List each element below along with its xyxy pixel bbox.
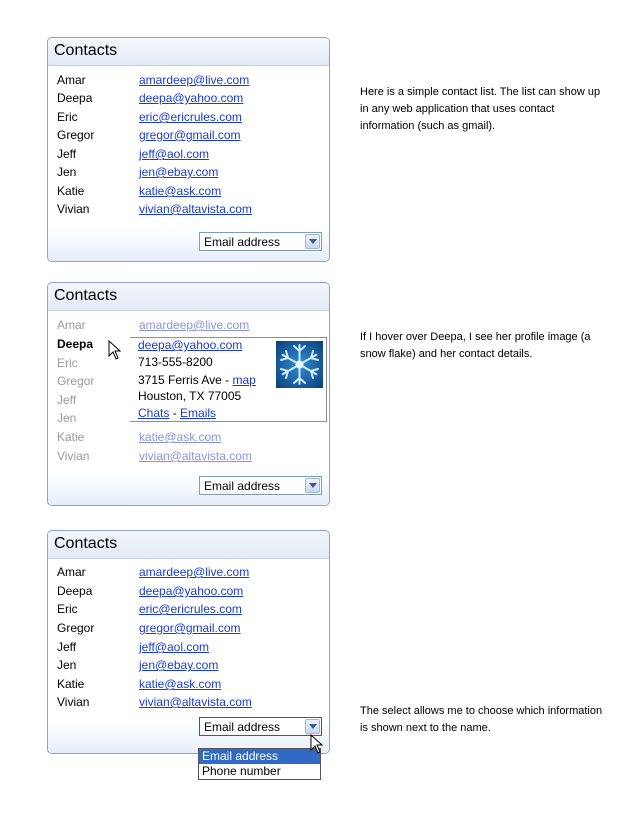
contact-name: Eric bbox=[57, 110, 78, 124]
contact-name: Jen bbox=[57, 411, 77, 425]
contact-email-link[interactable]: katie@ask.com bbox=[139, 184, 221, 198]
field-select[interactable]: Email address bbox=[199, 232, 322, 251]
contact-name: Jeff bbox=[57, 393, 77, 407]
chevron-down-icon[interactable] bbox=[305, 478, 320, 493]
contacts-widget-3: Contacts Amar amardeep@live.com Deepa deep… bbox=[47, 530, 330, 754]
widget-header: Contacts bbox=[48, 531, 329, 559]
contact-name: Amar bbox=[57, 565, 86, 579]
contact-name: Gregor bbox=[57, 128, 95, 142]
contact-email-link[interactable]: deepa@yahoo.com bbox=[139, 91, 243, 105]
mouse-pointer-icon bbox=[310, 734, 324, 754]
contact-name: Vivian bbox=[57, 695, 90, 709]
contact-email-link[interactable]: jeff@aol.com bbox=[139, 640, 209, 654]
contact-name: Jeff bbox=[57, 640, 77, 654]
contact-email-link[interactable]: vivian@altavista.com bbox=[139, 695, 252, 709]
select-value: Email address bbox=[204, 479, 281, 493]
contact-name: Jen bbox=[57, 165, 77, 179]
contact-name: Vivian bbox=[57, 202, 90, 216]
contact-name: Katie bbox=[57, 677, 85, 691]
chevron-down-icon[interactable] bbox=[305, 719, 320, 734]
contact-email-link[interactable]: jen@ebay.com bbox=[139, 165, 218, 179]
card-address-line: 3715 Ferris Ave - map bbox=[138, 373, 256, 387]
card-phone: 713-555-8200 bbox=[138, 355, 213, 369]
contact-name: Amar bbox=[57, 318, 86, 332]
contact-email-link[interactable]: katie@ask.com bbox=[139, 430, 221, 444]
contact-name: Jeff bbox=[57, 147, 77, 161]
contact-email-link[interactable]: amardeep@live.com bbox=[139, 565, 249, 579]
contact-name: Eric bbox=[57, 602, 78, 616]
widget-footer: Email address bbox=[48, 227, 329, 261]
widget-title: Contacts bbox=[54, 535, 118, 552]
contacts-widget-1: Contacts Amar amardeep@live.com Deepa deep… bbox=[47, 37, 330, 262]
chevron-down-icon[interactable] bbox=[305, 234, 320, 249]
dropdown-option-email[interactable]: Email address bbox=[199, 749, 320, 764]
chats-link[interactable]: Chats bbox=[138, 406, 169, 420]
contact-name: Gregor bbox=[57, 374, 95, 388]
contact-email-link[interactable]: jeff@aol.com bbox=[139, 147, 209, 161]
contact-email-link[interactable]: vivian@altavista.com bbox=[139, 449, 252, 463]
card-address-street: 3715 Ferris Ave bbox=[138, 373, 222, 387]
contact-name: Deepa bbox=[57, 91, 93, 105]
contact-name: Deepa bbox=[57, 337, 94, 351]
widget-footer: Email address bbox=[48, 471, 329, 505]
mouse-pointer-icon bbox=[108, 340, 122, 360]
contact-name: Amar bbox=[57, 73, 86, 87]
field-select[interactable]: Email address bbox=[199, 476, 322, 495]
select-dropdown-list: Email address Phone number bbox=[198, 748, 321, 780]
contact-name: Katie bbox=[57, 430, 85, 444]
card-address-separator: - bbox=[221, 373, 233, 387]
select-value: Email address bbox=[204, 720, 281, 734]
contact-hover-card: deepa@yahoo.com 713-555-8200 3715 Ferris… bbox=[130, 337, 327, 422]
dropdown-option-phone[interactable]: Phone number bbox=[199, 764, 320, 779]
widget-title: Contacts bbox=[54, 42, 118, 59]
caption-3: The select allows me to choose which inf… bbox=[360, 705, 603, 734]
map-link[interactable]: map bbox=[233, 373, 256, 387]
contact-name: Vivian bbox=[57, 449, 90, 463]
contact-email-link[interactable]: amardeep@live.com bbox=[139, 318, 249, 332]
contact-name: Katie bbox=[57, 184, 85, 198]
contact-email-link[interactable]: amardeep@live.com bbox=[139, 73, 249, 87]
contact-name: Jen bbox=[57, 658, 77, 672]
card-links-separator: - bbox=[169, 406, 181, 420]
contact-email-link[interactable]: vivian@altavista.com bbox=[139, 202, 252, 216]
contact-email-link[interactable]: katie@ask.com bbox=[139, 677, 221, 691]
widget-header: Contacts bbox=[48, 38, 329, 66]
select-value: Email address bbox=[204, 235, 281, 249]
contact-name: Gregor bbox=[57, 621, 95, 635]
card-email-link[interactable]: deepa@yahoo.com bbox=[138, 338, 242, 352]
contact-email-link[interactable]: eric@ericrules.com bbox=[139, 602, 242, 616]
caption-1: Here is a simple contact list. The list … bbox=[360, 86, 601, 132]
contact-email-link[interactable]: eric@ericrules.com bbox=[139, 110, 242, 124]
widget-title: Contacts bbox=[54, 287, 118, 304]
contact-email-link[interactable]: gregor@gmail.com bbox=[139, 128, 241, 142]
field-select-open[interactable]: Email address bbox=[199, 717, 322, 736]
contact-email-link[interactable]: deepa@yahoo.com bbox=[139, 584, 243, 598]
contact-email-link[interactable]: gregor@gmail.com bbox=[139, 621, 241, 635]
card-links: Chats - Emails bbox=[138, 406, 216, 420]
contact-email-link[interactable]: jen@ebay.com bbox=[139, 658, 218, 672]
snowflake-profile-image bbox=[276, 341, 323, 388]
widget-header: Contacts bbox=[48, 283, 329, 311]
card-city: Houston, TX 77005 bbox=[138, 389, 242, 403]
contact-name: Eric bbox=[57, 356, 78, 370]
emails-link[interactable]: Emails bbox=[180, 406, 216, 420]
caption-2: If I hover over Deepa, I see her profile… bbox=[360, 331, 591, 360]
contact-name: Deepa bbox=[57, 584, 93, 598]
